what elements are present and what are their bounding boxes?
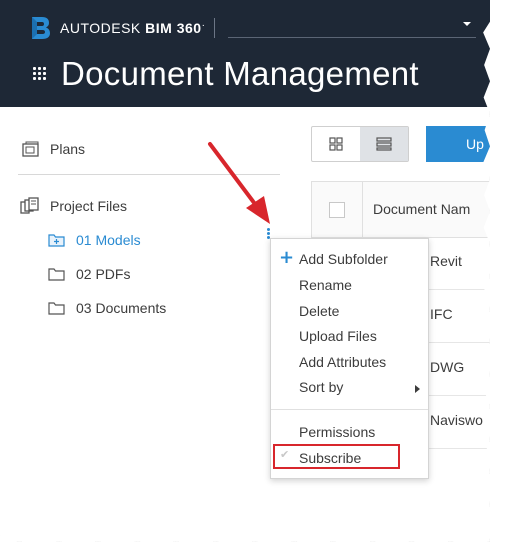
- brand-mark: ·: [201, 20, 206, 31]
- sidebar-item-plans[interactable]: Plans: [50, 141, 85, 157]
- brand-product: BIM 360: [145, 20, 202, 36]
- folder-icon: [48, 302, 65, 315]
- menu-divider: [271, 409, 428, 410]
- app-grid-icon[interactable]: [33, 67, 47, 81]
- brand-divider: [214, 18, 215, 38]
- project-files-icon: [20, 197, 39, 214]
- brand-name: AUTODESK BIM 360·: [60, 20, 205, 36]
- brand-company: AUTODESK: [60, 20, 141, 36]
- caret-right-icon: [415, 385, 420, 393]
- folder-icon: [48, 268, 65, 281]
- table-header: Document Nam: [312, 181, 490, 238]
- row-label: DWG: [430, 359, 465, 375]
- plans-icon: [22, 141, 39, 157]
- menu-item-permissions[interactable]: Permissions: [299, 424, 375, 440]
- row-label: Naviswo: [430, 412, 483, 428]
- select-all-checkbox[interactable]: [329, 202, 345, 218]
- folder-01-models[interactable]: 01 Models: [76, 232, 141, 248]
- menu-item-upload-files[interactable]: Upload Files: [299, 328, 377, 344]
- project-selector[interactable]: [228, 37, 476, 38]
- folder-context-menu: + Add Subfolder Rename Delete Upload Fil…: [270, 238, 429, 479]
- folder-icon: [48, 234, 65, 247]
- grid-view-button[interactable]: [312, 127, 360, 161]
- folder-03-documents[interactable]: 03 Documents: [76, 300, 166, 316]
- sidebar-item-project-files[interactable]: Project Files: [50, 198, 127, 214]
- bim360-logo-icon: [32, 17, 50, 39]
- chevron-down-icon[interactable]: [463, 22, 471, 26]
- screenshot-frame: AUTODESK BIM 360· Document Management Pl…: [0, 0, 490, 542]
- red-arrow-icon: [208, 142, 270, 224]
- list-view-icon: [376, 137, 392, 151]
- upload-button[interactable]: Up: [426, 126, 490, 162]
- header-divider: [362, 182, 363, 237]
- row-label: IFC: [430, 306, 453, 322]
- view-toggle: [311, 126, 409, 162]
- list-view-button[interactable]: [360, 127, 408, 161]
- page-title: Document Management: [61, 55, 419, 92]
- top-header: AUTODESK BIM 360· Document Management: [0, 0, 490, 107]
- menu-item-sort-by[interactable]: Sort by: [299, 379, 343, 395]
- menu-item-delete[interactable]: Delete: [299, 303, 339, 319]
- grid-view-icon: [329, 137, 343, 151]
- menu-item-add-attributes[interactable]: Add Attributes: [299, 354, 386, 370]
- menu-item-add-subfolder[interactable]: Add Subfolder: [299, 251, 388, 267]
- menu-item-rename[interactable]: Rename: [299, 277, 352, 293]
- plus-icon: +: [279, 247, 295, 268]
- folder-02-pdfs[interactable]: 02 PDFs: [76, 266, 130, 282]
- column-header-document-name[interactable]: Document Nam: [373, 201, 470, 217]
- subscribe-highlight: [273, 444, 400, 469]
- row-label: Revit: [430, 253, 462, 269]
